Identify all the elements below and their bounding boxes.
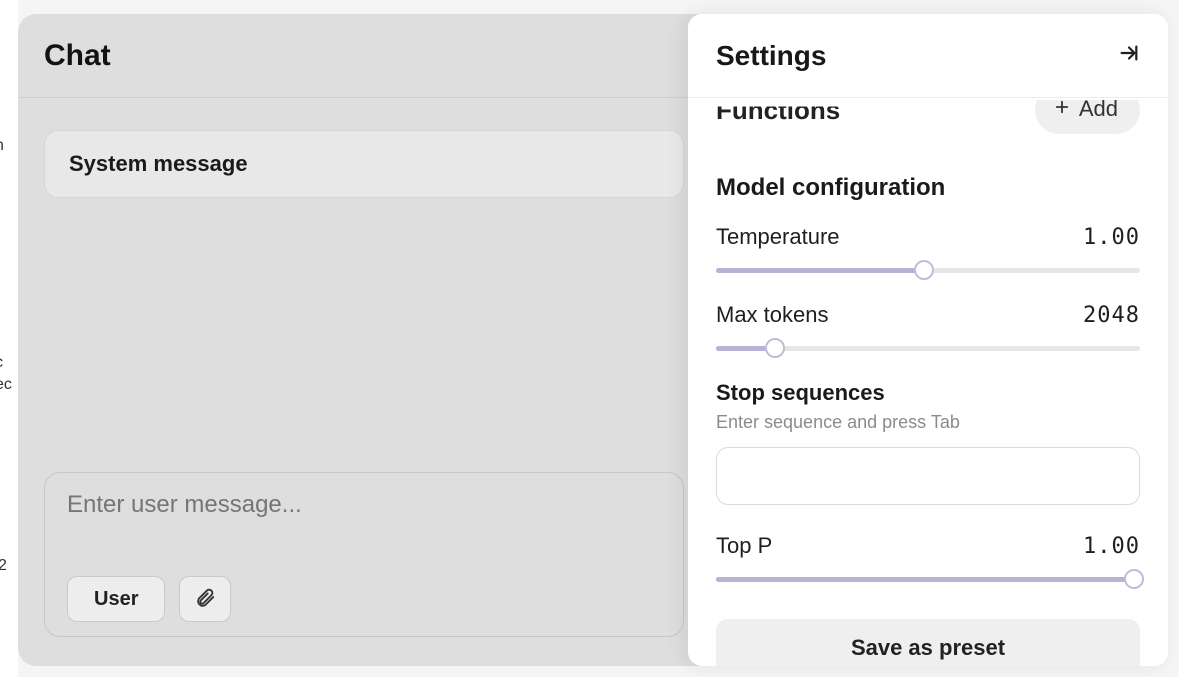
- max-tokens-row: Max tokens 2048: [716, 302, 1140, 354]
- settings-header: Settings: [688, 14, 1168, 98]
- settings-title: Settings: [716, 40, 826, 72]
- settings-body: Functions Add Model configuration Temper…: [688, 98, 1168, 666]
- user-message-input[interactable]: [67, 491, 661, 519]
- add-function-button[interactable]: Add: [1035, 98, 1140, 134]
- message-composer: User: [44, 472, 684, 637]
- system-message-field[interactable]: System message: [44, 130, 684, 198]
- top-p-slider[interactable]: [716, 573, 1140, 585]
- truncated-sidebar: n ns ns c ec nA 2: [0, 0, 18, 677]
- settings-panel: Settings Functions Add: [688, 14, 1168, 666]
- paperclip-icon: [194, 587, 216, 612]
- attach-button[interactable]: [179, 576, 231, 622]
- max-tokens-slider[interactable]: [716, 342, 1140, 354]
- temperature-value: 1.00: [1083, 225, 1140, 250]
- top-p-label: Top P: [716, 533, 772, 559]
- plus-icon: [1053, 98, 1071, 122]
- add-label: Add: [1079, 98, 1118, 122]
- system-message-label: System message: [69, 151, 248, 176]
- functions-section: Functions Add: [716, 98, 1140, 142]
- stop-sequences-section: Stop sequences Enter sequence and press …: [716, 380, 1140, 505]
- max-tokens-value: 2048: [1083, 303, 1140, 328]
- temperature-label: Temperature: [716, 224, 840, 250]
- top-p-row: Top P 1.00: [716, 533, 1140, 585]
- temperature-slider[interactable]: [716, 264, 1140, 276]
- stop-sequences-hint: Enter sequence and press Tab: [716, 412, 1140, 433]
- save-preset-button[interactable]: Save as preset: [716, 619, 1140, 666]
- stop-sequences-label: Stop sequences: [716, 380, 1140, 406]
- top-p-value: 1.00: [1083, 534, 1140, 559]
- role-toggle-button[interactable]: User: [67, 576, 165, 622]
- collapse-right-icon: [1118, 42, 1140, 69]
- stop-sequences-input[interactable]: [716, 447, 1140, 505]
- model-config-heading: Model configuration: [716, 174, 1140, 202]
- max-tokens-label: Max tokens: [716, 302, 829, 328]
- collapse-panel-button[interactable]: [1118, 42, 1140, 69]
- page-title: Chat: [44, 39, 111, 73]
- functions-label: Functions: [716, 98, 840, 126]
- temperature-row: Temperature 1.00: [716, 224, 1140, 276]
